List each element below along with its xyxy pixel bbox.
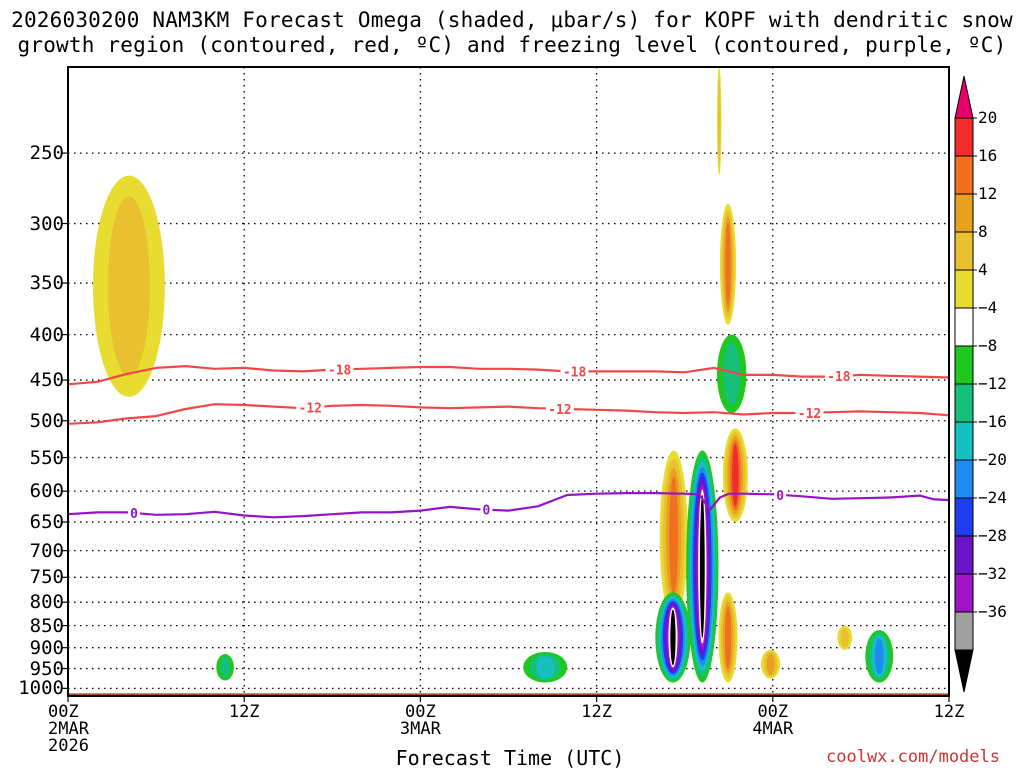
x-tick-label: 12Z bbox=[933, 702, 965, 722]
upward-omega-region bbox=[107, 196, 150, 377]
colorbar-swatch bbox=[954, 573, 974, 613]
upward-omega-region bbox=[717, 77, 721, 166]
colorbar-label: −24 bbox=[978, 488, 1007, 507]
forecast-chart: -18 -18 -18 -12 -12 -12 0 0 0 bbox=[62, 66, 977, 702]
downward-omega-region bbox=[670, 609, 676, 666]
contour-label: -12 bbox=[548, 403, 571, 418]
upward-omega-region bbox=[732, 444, 739, 507]
downward-omega-region bbox=[219, 656, 231, 679]
y-tick-label: 750 bbox=[29, 566, 64, 589]
y-tick-label: 650 bbox=[29, 511, 64, 534]
colorbar-swatch bbox=[954, 611, 974, 651]
x-tick-label: 12Z bbox=[581, 702, 612, 722]
colorbar-label: 4 bbox=[978, 260, 988, 279]
upward-omega-region bbox=[766, 653, 775, 675]
colorbar-swatch bbox=[954, 117, 974, 157]
colorbar-swatch bbox=[954, 345, 974, 385]
y-tick-label: 250 bbox=[29, 142, 64, 165]
colorbar-swatch bbox=[954, 459, 974, 499]
contour-label: -18 bbox=[827, 370, 851, 385]
upward-omega-region bbox=[724, 606, 732, 669]
downward-omega-region bbox=[699, 494, 705, 639]
downward-omega-region bbox=[874, 638, 884, 675]
upward-omega-region bbox=[840, 627, 850, 648]
y-tick-label: 950 bbox=[29, 657, 64, 680]
colorbar-swatch bbox=[954, 155, 974, 195]
contour-label: 0 bbox=[776, 489, 784, 504]
contour-label: 0 bbox=[130, 507, 138, 522]
downward-omega-region bbox=[536, 655, 555, 679]
colorbar bbox=[954, 75, 977, 693]
colorbar-label: −36 bbox=[978, 602, 1007, 621]
colorbar-label: −12 bbox=[978, 374, 1007, 393]
colorbar-swatch bbox=[954, 269, 974, 309]
y-tick-label: 900 bbox=[29, 636, 64, 659]
contour-label: -18 bbox=[563, 365, 587, 380]
upward-omega-region bbox=[725, 222, 731, 307]
y-tick-label: 600 bbox=[29, 480, 64, 503]
colorbar-swatch bbox=[954, 497, 974, 537]
watermark: coolwx.com/models bbox=[826, 747, 1000, 767]
y-tick-label: 1000 bbox=[18, 677, 64, 700]
y-tick-label: 350 bbox=[29, 272, 64, 295]
colorbar-bottom-arrow bbox=[954, 649, 974, 693]
colorbar-label: −16 bbox=[978, 412, 1007, 431]
y-tick-label: 850 bbox=[29, 614, 64, 637]
contour-label: -12 bbox=[299, 402, 322, 417]
colorbar-label: 16 bbox=[978, 146, 998, 165]
chart-title-line2: growth region (contoured, red, ºC) and f… bbox=[17, 33, 1007, 57]
x-tick-label: 12Z bbox=[228, 702, 260, 722]
contour-label: -18 bbox=[328, 363, 352, 378]
colorbar-swatch bbox=[954, 307, 974, 347]
colorbar-swatch bbox=[954, 421, 974, 461]
x-tick-label: 2026 bbox=[48, 736, 89, 756]
y-tick-label: 800 bbox=[29, 591, 64, 614]
colorbar-label: 12 bbox=[978, 184, 998, 203]
y-tick-label: 300 bbox=[29, 212, 64, 235]
y-tick-label: 450 bbox=[29, 369, 64, 392]
colorbar-label: −8 bbox=[978, 336, 998, 355]
y-tick-label: 400 bbox=[29, 323, 64, 346]
colorbar-label: 20 bbox=[978, 108, 998, 127]
colorbar-label: 8 bbox=[978, 222, 988, 241]
colorbar-label: −4 bbox=[978, 298, 998, 317]
contour-label: 0 bbox=[483, 504, 491, 519]
colorbar-swatch bbox=[954, 383, 974, 423]
y-tick-label: 700 bbox=[29, 539, 64, 562]
x-tick-label: 3MAR bbox=[399, 719, 441, 739]
x-axis-title: Forecast Time (UTC) bbox=[395, 746, 625, 770]
y-tick-label: 500 bbox=[29, 409, 64, 432]
colorbar-label: −28 bbox=[978, 526, 1007, 545]
x-tick-label: 4MAR bbox=[752, 719, 794, 739]
colorbar-swatch bbox=[954, 535, 974, 575]
colorbar-label: −32 bbox=[978, 564, 1007, 583]
colorbar-label: −20 bbox=[978, 450, 1007, 469]
y-tick-label: 550 bbox=[29, 446, 64, 469]
colorbar-swatch bbox=[954, 231, 974, 271]
colorbar-swatch bbox=[954, 193, 974, 233]
contour-label: -12 bbox=[798, 407, 821, 422]
chart-title-line1: 2026030200 NAM3KM Forecast Omega (shaded… bbox=[11, 8, 1013, 32]
colorbar-top-arrow bbox=[954, 75, 974, 119]
